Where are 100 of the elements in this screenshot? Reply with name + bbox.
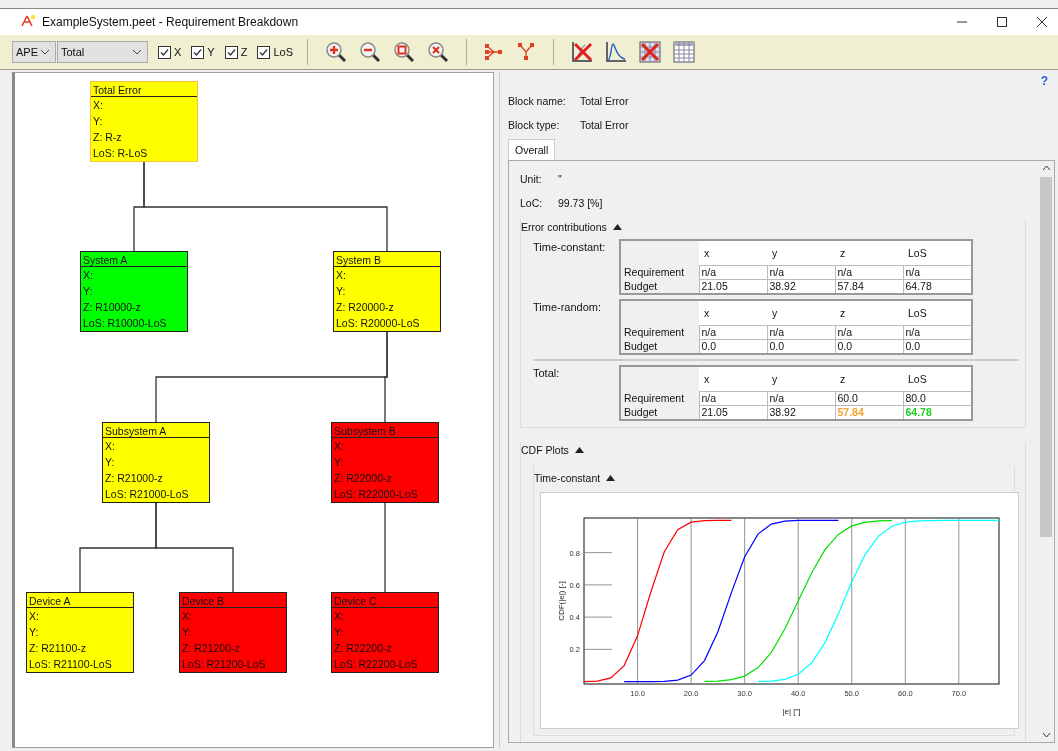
column-header: LoS	[903, 300, 972, 326]
chart-off-icon[interactable]	[571, 41, 593, 63]
group-label: Time-constant:	[533, 240, 607, 255]
field-label: Block name:	[508, 95, 567, 107]
column-header: z	[835, 366, 903, 392]
node-field: X:	[334, 267, 440, 283]
tree-node[interactable]: Subsystem B X: Y: Z: R22000-z LoS: R22000-LoS	[331, 422, 439, 503]
node-field: Z: R21000-z	[103, 470, 209, 486]
checkbox[interactable]	[257, 45, 271, 59]
tree-node[interactable]: Total Error X: Y: Z: R-z LoS: R-LoS	[90, 81, 198, 162]
tree-node[interactable]: System A X: Y: Z: R10000-z LoS: R10000-LoS	[80, 251, 188, 332]
table-cell: n/a	[767, 391, 835, 406]
field-label: Block type:	[508, 119, 561, 131]
node-field: Z: R22200-z	[332, 640, 438, 656]
node-field: Y:	[334, 283, 440, 299]
table-cell: n/a	[903, 325, 972, 340]
node-title: System A	[81, 252, 187, 267]
node-field: X:	[81, 267, 187, 283]
table-cell: n/a	[835, 265, 903, 280]
checkbox[interactable]	[191, 45, 205, 59]
table-cell: n/a	[903, 265, 972, 280]
table-off-icon[interactable]	[639, 41, 661, 63]
column-header: y	[767, 300, 835, 326]
dropdown[interactable]: APE	[12, 41, 56, 63]
column-header: y	[767, 240, 835, 266]
table-cell: 80.0	[903, 391, 972, 406]
collapse-icon[interactable]	[606, 475, 616, 481]
collapse-icon[interactable]	[574, 447, 584, 453]
close-icon[interactable]	[1036, 16, 1048, 28]
table-cell: 57.84	[835, 279, 903, 294]
checkbox-label[interactable]: Z	[240, 46, 248, 58]
zoom-out-icon[interactable]	[359, 41, 381, 63]
table-cell: 57.84	[835, 405, 903, 420]
column-header: y	[767, 366, 835, 392]
checkbox-label[interactable]: Y	[207, 46, 215, 58]
column-header: LoS	[903, 240, 972, 266]
node-title: Subsystem B	[332, 423, 438, 438]
node-field: Y:	[27, 624, 133, 640]
node-field: Y:	[180, 624, 286, 640]
help-icon[interactable]: ?	[1040, 74, 1048, 88]
node-field: Y:	[332, 454, 438, 470]
field-value: Total Error	[580, 95, 629, 107]
axis-label: |e| ["]	[782, 707, 801, 716]
column-header: LoS	[903, 366, 972, 392]
tree-node[interactable]: Device A X: Y: Z: R21100-z LoS: R21100-LoS	[26, 592, 134, 673]
tree-node[interactable]: Device C X: Y: Z: R22200-z LoS: R22200-LoS	[331, 592, 439, 673]
checkbox-label[interactable]: X	[174, 46, 182, 58]
table-cell: 38.92	[767, 405, 835, 420]
scroll-up-icon[interactable]	[1041, 165, 1051, 171]
caret-icon[interactable]	[40, 49, 50, 55]
node-title: Device B	[180, 593, 286, 608]
section-title: CDF Plots	[521, 444, 569, 456]
table-cell: n/a	[767, 325, 835, 340]
section-title: Error contributions	[521, 221, 607, 233]
collapse-icon[interactable]	[612, 224, 622, 230]
tree-node[interactable]: Device B X: Y: Z: R21200-z LoS: R21200-LoS	[179, 592, 287, 673]
node-field: Y:	[81, 283, 187, 299]
table-icon[interactable]	[673, 41, 695, 63]
node-field: Z: R20000-z	[334, 299, 440, 315]
column-header: z	[835, 300, 903, 326]
node-field: Y:	[91, 113, 197, 129]
node-title: Device A	[27, 593, 133, 608]
tab[interactable]: Overall	[508, 139, 556, 160]
tree-node[interactable]: Subsystem A X: Y: Z: R21000-z LoS: R21000-LoS	[102, 422, 210, 503]
node-title: Subsystem A	[103, 423, 209, 438]
zoom-in-icon[interactable]	[325, 41, 347, 63]
table-cell: 0.0	[699, 339, 767, 354]
grid-line	[583, 552, 613, 554]
node-field: LoS: R21100-LoS	[27, 656, 133, 672]
tree-layout-icon[interactable]	[516, 42, 536, 62]
tree-node[interactable]: System B X: Y: Z: R20000-z LoS: R20000-LoS	[333, 251, 441, 332]
distribution-curve-icon[interactable]	[605, 41, 627, 63]
checkbox[interactable]	[158, 45, 171, 59]
checkbox[interactable]	[224, 45, 238, 59]
node-field: LoS: R-LoS	[91, 145, 197, 161]
node-field: Z: R21200-z	[180, 640, 286, 656]
scroll-down-icon[interactable]	[1041, 732, 1051, 738]
zoom-reset-icon[interactable]	[427, 41, 449, 63]
column-header: x	[699, 366, 767, 392]
caret-icon[interactable]	[132, 49, 142, 55]
window-title: ExampleSystem.peet - Requirement Breakdown	[42, 15, 299, 29]
node-field: X:	[332, 438, 438, 454]
node-field: X:	[332, 608, 438, 624]
node-field: LoS: R22000-LoS	[332, 486, 438, 502]
table-cell: n/a	[767, 265, 835, 280]
dropdown[interactable]: Total	[57, 41, 148, 63]
maximize-icon[interactable]	[996, 16, 1008, 28]
table-cell: n/a	[699, 265, 767, 280]
node-field: LoS: R20000-LoS	[334, 315, 440, 331]
table-cell: 0.0	[767, 339, 835, 354]
column-header: x	[699, 240, 767, 266]
zoom-fit-icon[interactable]	[393, 41, 415, 63]
node-field: Z: R-z	[91, 129, 197, 145]
checkbox-label[interactable]: LoS	[273, 46, 293, 58]
axis-label: CDF(|e|) [-]	[557, 581, 566, 621]
section-title: Time-constant	[534, 472, 601, 484]
node-field: X:	[103, 438, 209, 454]
table-cell: 0.0	[835, 339, 903, 354]
tree-layout-icon[interactable]	[484, 42, 504, 62]
node-field: Z: R22000-z	[332, 470, 438, 486]
